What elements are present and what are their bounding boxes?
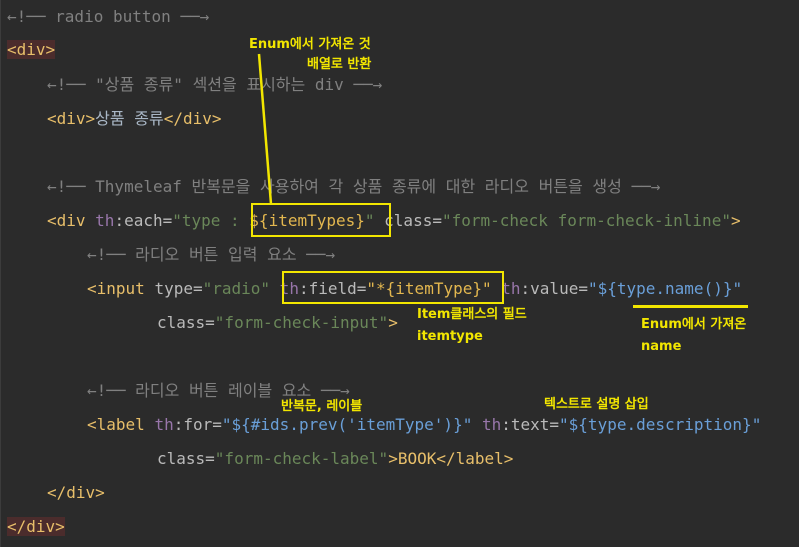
text-val: "${type.description}" <box>559 415 762 434</box>
label-line: <label th:for="${#ids.prev('itemType')}"… <box>87 408 761 442</box>
label-tag: <label <box>87 415 155 434</box>
comment-radio-input: ←!── 라디오 버튼 입력 요소 ──→ <box>87 245 336 264</box>
annotation-loop-label: 반복문, 레이블 <box>281 399 363 414</box>
value-attr: :value= <box>520 279 588 298</box>
type-attr: type= <box>154 279 203 298</box>
annotation-enum-name-1: Enum에서 가져온 <box>641 317 747 332</box>
item-field-highlight-box <box>282 271 504 304</box>
type-name-underline <box>633 305 748 308</box>
annotation-enum-array-2: 배열로 반환 <box>307 57 372 72</box>
for-val: "${#ids.prev('itemType')}" <box>221 415 473 434</box>
for-attr: :for= <box>173 415 222 434</box>
div-each-line: <div th:each="type : ${itemTypes}" class… <box>47 204 741 238</box>
item-types-highlight-box <box>251 203 391 237</box>
input-tag: <input <box>87 279 155 298</box>
annotation-arrow-line <box>257 53 273 205</box>
input-end: > <box>388 313 398 332</box>
each-attr: :each= <box>114 211 173 230</box>
annotation-enum-array-1: Enum에서 가져온 것 <box>249 37 371 52</box>
label-end: > <box>503 449 514 468</box>
div-open: <div> <box>7 40 56 59</box>
div-close-outer: </div> <box>7 517 65 536</box>
div-open-inner: <div> <box>47 109 96 128</box>
class-val: "form-check form-check-inline" <box>441 211 731 230</box>
label-close-tag: label <box>455 449 504 468</box>
product-type-text: 상품 종류 <box>95 109 164 128</box>
label-text: >BOOK</ <box>388 449 456 468</box>
comment-radio-button: ←!── radio button ──→ <box>7 7 210 26</box>
th-ns: th <box>95 211 115 230</box>
code-editor[interactable]: ←!── radio button ──→ <div> ←!── "상품 종류"… <box>0 0 799 547</box>
div-tag: <div <box>47 211 96 230</box>
annotation-enum-name-2: name <box>641 339 682 354</box>
div-close-outer-line: </div> <box>7 510 65 544</box>
div-open-tag: <div> <box>7 33 56 67</box>
input-class-line: class="form-check-input"> <box>157 306 398 340</box>
comment-thymeleaf: ←!── Thymeleaf 반복문을 사용하여 각 상품 종류에 대한 라디오… <box>47 177 661 196</box>
label-class-attr: class= <box>157 449 215 468</box>
th-text-ns: th <box>472 415 502 434</box>
div-close-inner: </div> <box>163 109 222 128</box>
type-val: "radio" <box>202 279 271 298</box>
annotation-item-field-1: Item클래스의 필드 <box>417 307 527 322</box>
div-close-inner-2: </div> <box>47 483 105 502</box>
input-class-attr: class= <box>157 313 215 332</box>
div-product-type: <div>상품 종류</div> <box>47 102 221 136</box>
annotation-item-field-2: itemtype <box>417 329 483 344</box>
each-val-start: "type : <box>172 211 250 230</box>
text-attr: :text= <box>501 415 560 434</box>
value-val: "${type.name()}" <box>587 279 743 298</box>
th-for-ns: th <box>154 415 174 434</box>
input-class-val: "form-check-input" <box>214 313 389 332</box>
annotation-text-insert: 텍스트로 설명 삽입 <box>544 397 649 412</box>
tag-end: > <box>730 211 741 230</box>
label-class-line: class="form-check-label">BOOK</label> <box>157 442 513 476</box>
label-class-val: "form-check-label" <box>214 449 389 468</box>
